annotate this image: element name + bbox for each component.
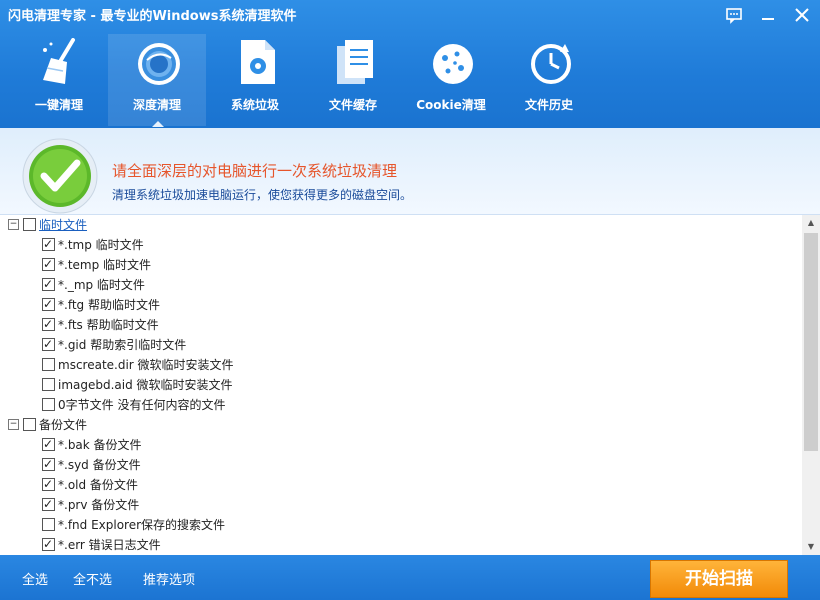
item-checkbox[interactable] [42,398,55,411]
tree-group-row[interactable]: − 备份文件 [8,415,87,435]
recommended-options-button[interactable]: 推荐选项 [143,569,195,588]
item-checkbox[interactable] [42,434,55,454]
broom-icon [43,38,75,84]
scroll-down-icon[interactable]: ▼ [802,539,820,555]
footer-bar: 全选 全不选 推荐选项 开始扫描 [0,555,820,600]
collapse-toggle-icon[interactable]: − [8,419,19,430]
tree-item-row[interactable]: *._mp 临时文件 [42,274,145,295]
group-label[interactable]: 临时文件 [39,218,87,232]
active-indicator [152,121,164,127]
item-label: *._mp 临时文件 [58,278,145,292]
tree-item-row[interactable]: *.fts 帮助临时文件 [42,314,159,335]
documents-icon [337,40,373,84]
item-checkbox[interactable] [42,334,55,354]
nav-label: Cookie清理 [416,98,486,112]
item-checkbox[interactable] [42,254,55,274]
tree-item-row[interactable]: *.fnd Explorer保存的搜索文件 [42,515,225,535]
green-check-icon [22,138,98,214]
item-label: *.prv 备份文件 [58,498,140,512]
item-label: *.fts 帮助临时文件 [58,318,159,332]
tree-item-row[interactable]: 0字节文件 没有任何内容的文件 [42,395,225,415]
item-label: imagebd.aid 微软临时安装文件 [58,378,233,392]
item-checkbox[interactable] [42,494,55,514]
item-checkbox[interactable] [42,274,55,294]
nav-file-history[interactable]: 文件历史 [500,34,598,126]
info-banner: 请全面深层的对电脑进行一次系统垃圾清理 清理系统垃圾加速电脑运行，使您获得更多的… [0,128,820,215]
item-checkbox[interactable] [42,378,55,391]
item-label: mscreate.dir 微软临时安装文件 [58,358,234,372]
tree-item-row[interactable]: imagebd.aid 微软临时安装文件 [42,375,233,395]
item-checkbox[interactable] [42,518,55,531]
nav-one-click-clean[interactable]: 一键清理 [10,34,108,126]
gear-file-icon [241,40,275,84]
select-none-button[interactable]: 全不选 [73,569,112,588]
minimize-icon[interactable] [758,6,778,26]
group-checkbox[interactable] [23,418,36,431]
item-label: *.tmp 临时文件 [58,238,144,252]
nav-label: 文件历史 [524,98,573,112]
banner-subline: 清理系统垃圾加速电脑运行，使您获得更多的磁盘空间。 [112,188,413,202]
collapse-toggle-icon[interactable]: − [8,219,19,230]
chat-icon[interactable] [724,6,744,26]
item-label: *.temp 临时文件 [58,258,152,272]
item-label: *.bak 备份文件 [58,438,142,452]
tree-item-row[interactable]: *.old 备份文件 [42,474,138,495]
item-checkbox[interactable] [42,294,55,314]
nav-system-junk[interactable]: 系统垃圾 [206,34,304,126]
nav-label: 一键清理 [34,98,83,112]
tree-item-row[interactable]: *.err 错误日志文件 [42,534,161,555]
tree-item-row[interactable]: mscreate.dir 微软临时安装文件 [42,355,234,375]
item-label: 0字节文件 没有任何内容的文件 [58,398,226,412]
tree-item-row[interactable]: *.prv 备份文件 [42,494,140,515]
scroll-up-icon[interactable]: ▲ [802,215,820,231]
select-all-button[interactable]: 全选 [22,569,48,588]
group-checkbox[interactable] [23,218,36,231]
tree-item-row[interactable]: *.gid 帮助索引临时文件 [42,334,187,355]
item-checkbox[interactable] [42,474,55,494]
close-icon[interactable] [792,6,812,26]
item-checkbox[interactable] [42,234,55,254]
item-checkbox[interactable] [42,534,55,554]
nav-file-cache[interactable]: 文件缓存 [304,34,402,126]
cookie-icon [433,44,473,84]
nav-cookie-clean[interactable]: Cookie清理 [402,34,500,126]
clean-options-tree: −临时文件 *.tmp 临时文件 *.temp 临时文件 *._mp 临时文件 … [0,215,802,555]
nav-deep-clean[interactable]: 深度清理 [108,34,206,127]
item-checkbox[interactable] [42,454,55,474]
tree-item-row[interactable]: *.tmp 临时文件 [42,234,144,255]
tree-item-row[interactable]: *.bak 备份文件 [42,434,142,455]
item-label: *.err 错误日志文件 [58,538,161,552]
tree-item-row[interactable]: *.syd 备份文件 [42,454,141,475]
vertical-scrollbar[interactable]: ▲ ▼ [802,215,820,555]
main-nav: 一键清理 深度清理 系统垃圾 文件缓存 Cookie清理 文件历史 [10,34,598,127]
item-label: *.ftg 帮助临时文件 [58,298,160,312]
start-scan-button[interactable]: 开始扫描 [650,560,788,598]
tree-item-row[interactable]: *.temp 临时文件 [42,254,152,275]
item-checkbox[interactable] [42,314,55,334]
nav-label: 系统垃圾 [230,98,279,112]
item-label: *.fnd Explorer保存的搜索文件 [58,518,226,532]
tree-item-row[interactable]: *.ftg 帮助临时文件 [42,294,160,315]
nav-label: 文件缓存 [328,98,377,112]
nav-label: 深度清理 [132,98,181,112]
item-label: *.gid 帮助索引临时文件 [58,338,187,352]
scroll-thumb[interactable] [804,233,818,451]
banner-headline: 请全面深层的对电脑进行一次系统垃圾清理 [112,162,398,180]
clock-history-icon [531,44,571,84]
group-label[interactable]: 备份文件 [39,418,87,432]
item-label: *.syd 备份文件 [58,458,141,472]
tree-group-row[interactable]: − 临时文件 [8,215,87,235]
title-bar-header: 闪电清理专家 - 最专业的Windows系统清理软件 一键清理 深度清理 系统垃… [0,0,820,128]
disc-icon [138,43,180,85]
item-checkbox[interactable] [42,358,55,371]
window-title: 闪电清理专家 - 最专业的Windows系统清理软件 [8,9,297,24]
item-label: *.old 备份文件 [58,478,138,492]
